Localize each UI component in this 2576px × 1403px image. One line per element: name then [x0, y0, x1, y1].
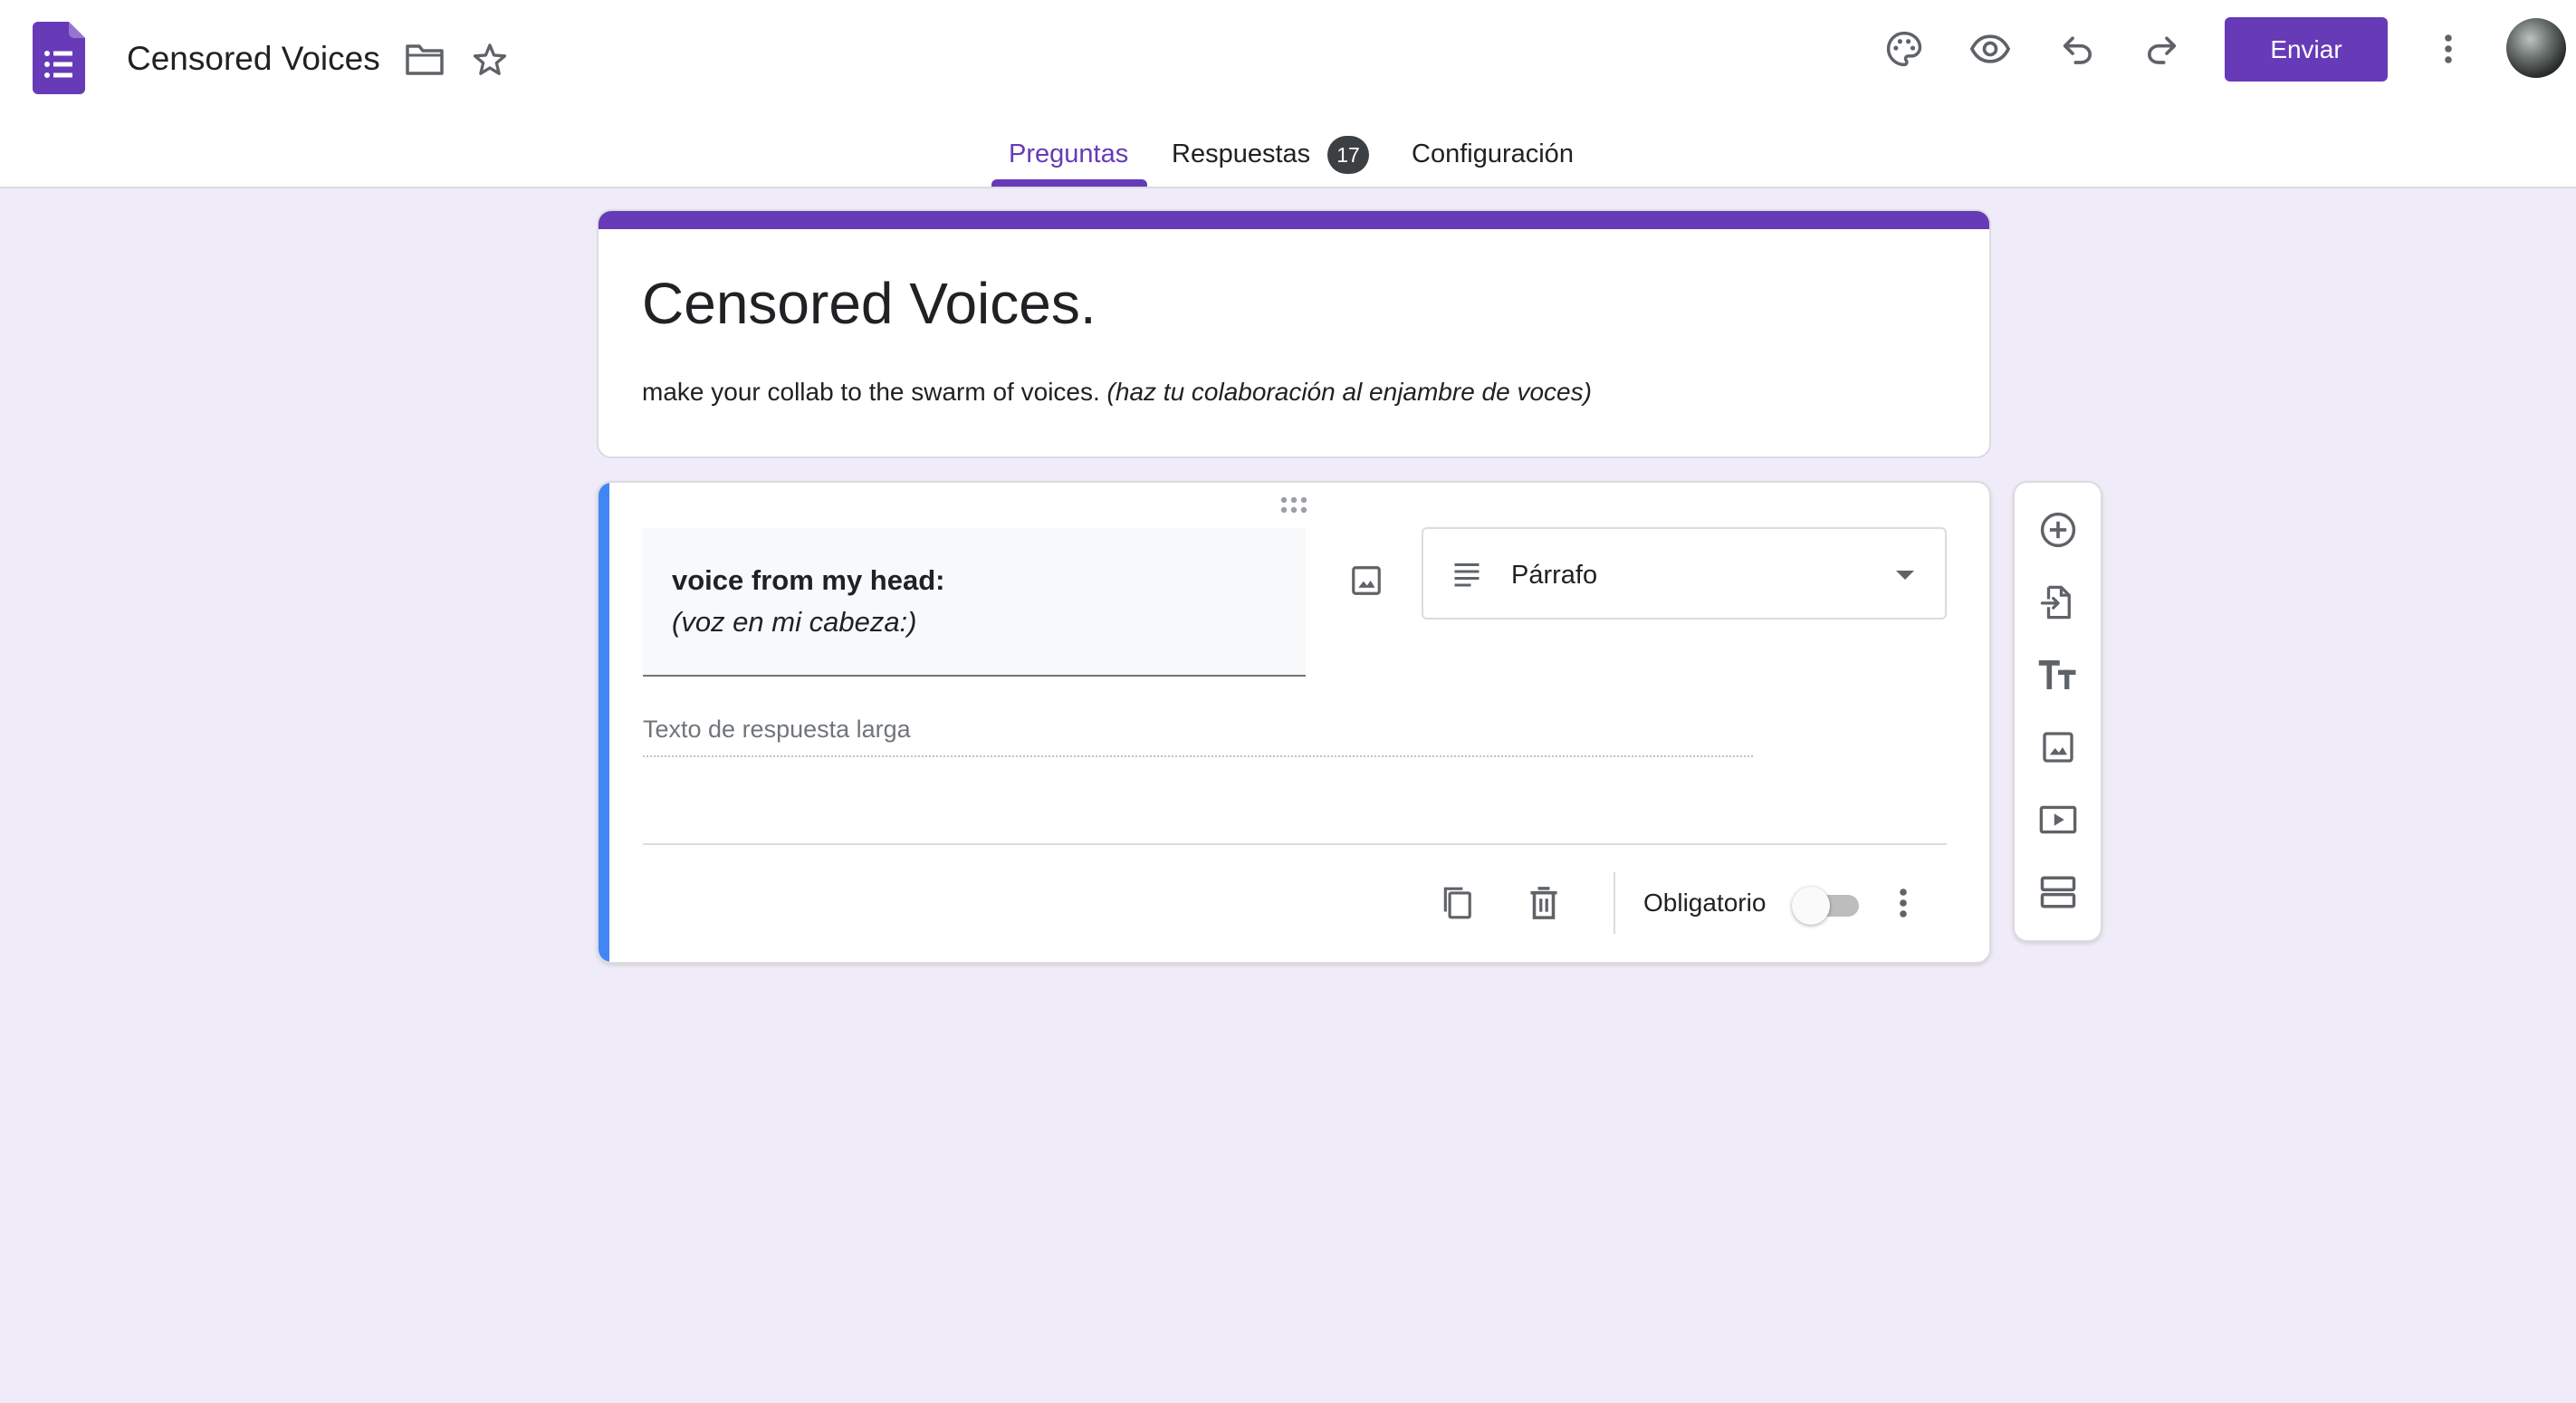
- responses-count-badge: 17: [1327, 136, 1369, 174]
- question-type-label: Párrafo: [1511, 561, 1598, 590]
- description-italic-text: (haz tu colaboración al enjambre de voce…: [1106, 378, 1592, 406]
- add-image-icon[interactable]: [1341, 555, 1392, 606]
- delete-icon[interactable]: [1518, 878, 1569, 928]
- tab-bar: Preguntas Respuestas Configuración: [0, 127, 2576, 188]
- more-vert-icon[interactable]: [2423, 24, 2474, 74]
- palette-icon[interactable]: [1879, 24, 1930, 74]
- question-card[interactable]: voice from my head: (voz en mi cabeza:) …: [597, 481, 1991, 964]
- add-section-icon[interactable]: [2032, 866, 2084, 918]
- add-video-icon[interactable]: [2032, 793, 2084, 846]
- tab-questions[interactable]: Preguntas: [1009, 136, 1128, 172]
- question-title: voice from my head:: [672, 564, 945, 596]
- duplicate-icon[interactable]: [1432, 878, 1482, 928]
- document-title[interactable]: Censored Voices: [127, 36, 380, 82]
- footer-separator: [1614, 872, 1615, 934]
- answer-underline: [643, 755, 1753, 757]
- title-card-accent: [599, 211, 1989, 229]
- folder-icon[interactable]: [399, 34, 450, 85]
- side-toolbar: [2013, 481, 2102, 942]
- import-questions-icon[interactable]: [2032, 576, 2084, 629]
- question-title-field[interactable]: voice from my head: (voz en mi cabeza:): [643, 528, 1306, 677]
- description-text: make your collab to the swarm of voices.: [642, 378, 1100, 406]
- form-title-card[interactable]: Censored Voices. make your collab to the…: [597, 209, 1991, 458]
- toggle-knob: [1792, 887, 1830, 925]
- required-toggle[interactable]: [1792, 881, 1864, 925]
- drag-handle-icon[interactable]: [1278, 494, 1315, 515]
- active-tab-indicator: [991, 179, 1147, 187]
- form-title[interactable]: Censored Voices.: [642, 267, 1096, 340]
- add-title-icon[interactable]: [2032, 649, 2084, 701]
- long-answer-placeholder: Texto de respuesta larga: [643, 716, 911, 743]
- question-subtitle: (voz en mi cabeza:): [672, 606, 917, 638]
- paragraph-icon: [1451, 558, 1483, 591]
- send-button[interactable]: Enviar: [2225, 17, 2388, 82]
- question-type-dropdown[interactable]: Párrafo: [1422, 527, 1947, 620]
- tab-settings[interactable]: Configuración: [1412, 136, 1574, 172]
- tab-responses[interactable]: Respuestas: [1172, 136, 1310, 172]
- add-image-icon[interactable]: [2032, 721, 2084, 774]
- forms-logo-icon[interactable]: [33, 22, 85, 94]
- redo-icon[interactable]: [2137, 24, 2188, 74]
- top-app-bar: Censored Voices Enviar Preguntas Respues…: [0, 0, 2576, 188]
- dropdown-arrow-icon: [1894, 569, 1916, 581]
- form-description[interactable]: make your collab to the swarm of voices.…: [642, 374, 1592, 410]
- preview-eye-icon[interactable]: [1965, 24, 2016, 74]
- question-more-icon[interactable]: [1878, 878, 1929, 928]
- add-question-icon[interactable]: [2032, 504, 2084, 556]
- required-label: Obligatorio: [1643, 889, 1767, 917]
- card-footer-divider: [643, 843, 1947, 845]
- active-card-indicator: [599, 483, 609, 962]
- avatar[interactable]: [2506, 18, 2566, 78]
- undo-icon[interactable]: [2052, 24, 2102, 74]
- star-icon[interactable]: [464, 34, 515, 85]
